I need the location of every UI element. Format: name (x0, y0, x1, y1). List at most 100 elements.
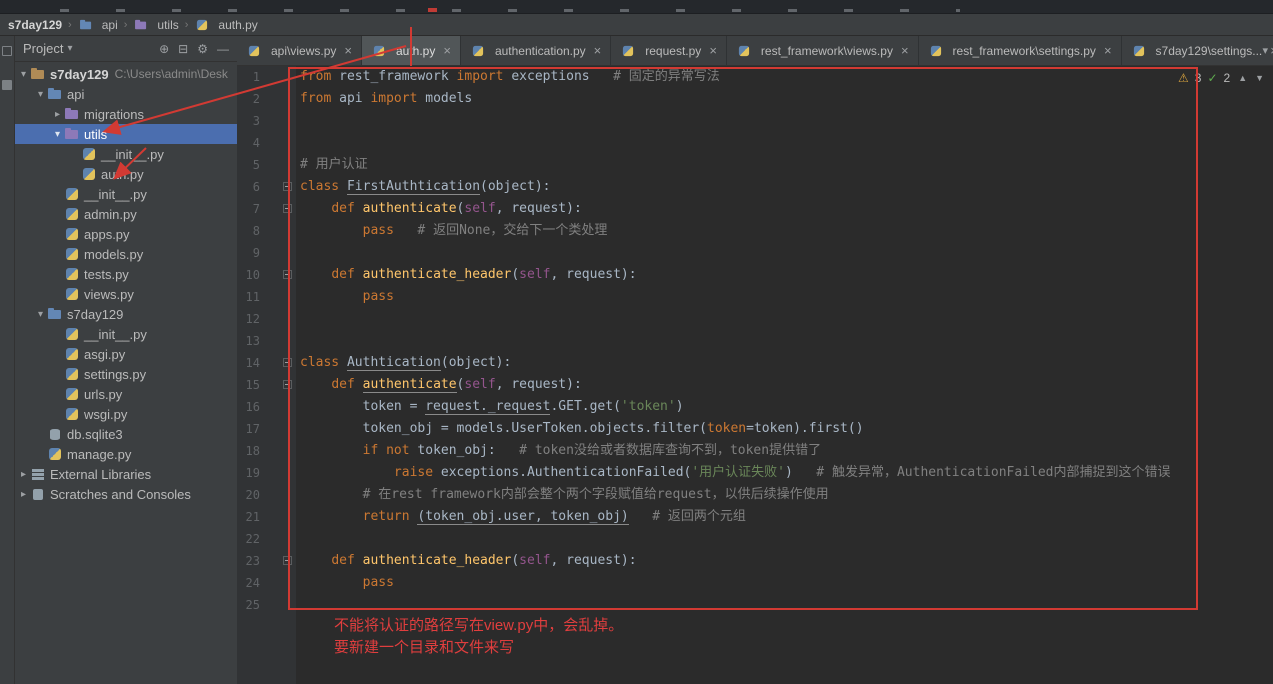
tab-auth-py[interactable]: auth.py × (361, 36, 461, 65)
locate-file-button[interactable]: ⊕ (159, 42, 169, 56)
code-token: # token没给或者数据库查询不到，token提供错了 (495, 443, 822, 458)
tree-item-init-py[interactable]: __init__.py (15, 184, 237, 204)
tree-item-admin-py[interactable]: admin.py (15, 204, 237, 224)
chevron-down-icon[interactable]: ▾ (34, 309, 47, 320)
tree-item-apps-py[interactable]: apps.py (15, 224, 237, 244)
code-line-8[interactable]: pass # 返回None，交给下一个类处理 (296, 220, 1273, 242)
tree-item-auth-py[interactable]: auth.py (15, 164, 237, 184)
fold-marker[interactable] (283, 204, 292, 213)
tab-close-icon[interactable]: × (709, 43, 717, 58)
chevron-down-icon[interactable]: ▾ (51, 129, 64, 140)
breadcrumb-item-auth-py[interactable]: auth.py (194, 14, 258, 36)
tree-item-api[interactable]: ▾ api (15, 84, 237, 104)
code-line-22[interactable] (296, 528, 1273, 550)
tab-close-icon[interactable]: × (344, 43, 352, 58)
settings-gear-icon[interactable]: ⚙ (197, 42, 208, 56)
tab-close-icon[interactable]: × (1104, 43, 1112, 58)
collapse-all-button[interactable]: ⊟ (178, 42, 188, 56)
tab-rest-framework-views-py[interactable]: rest_framework\views.py × (727, 36, 919, 65)
tree-item-urls-py[interactable]: urls.py (15, 384, 237, 404)
titlebar-marks (60, 9, 960, 12)
code-line-20[interactable]: # 在rest framework内部会整个两个字段赋值给request，以供后… (296, 484, 1273, 506)
next-issue-button[interactable]: ▼ (1255, 73, 1264, 83)
tab-rest-framework-settings-py[interactable]: rest_framework\settings.py × (919, 36, 1122, 65)
code-line-17[interactable]: token_obj = models.UserToken.objects.fil… (296, 418, 1273, 440)
hide-panel-button[interactable]: — (217, 42, 229, 56)
breadcrumb-item-api[interactable]: api (78, 14, 118, 36)
breadcrumb-item-utils[interactable]: utils (133, 14, 179, 36)
tool-stripe-project-icon[interactable] (2, 80, 12, 90)
code-line-9[interactable] (296, 242, 1273, 264)
chevron-right-icon[interactable]: ▸ (51, 109, 64, 120)
chevron-down-icon[interactable]: ▾ (34, 89, 47, 100)
code-line-7[interactable]: def authenticate(self, request): (296, 198, 1273, 220)
project-header-label[interactable]: Project (23, 41, 63, 56)
chevron-right-icon[interactable]: ▸ (17, 469, 30, 480)
tree-item-init-py[interactable]: __init__.py (15, 144, 237, 164)
tree-item-scratches-and-consoles[interactable]: ▸ Scratches and Consoles (15, 484, 237, 504)
tree-item-migrations[interactable]: ▸ migrations (15, 104, 237, 124)
code-line-15[interactable]: def authenticate(self, request): (296, 374, 1273, 396)
code-line-21[interactable]: return (token_obj.user, token_obj) # 返回两… (296, 506, 1273, 528)
fold-marker[interactable] (283, 358, 292, 367)
tree-item-label: External Libraries (50, 466, 152, 482)
code-line-16[interactable]: token = request._request.GET.get('token'… (296, 396, 1273, 418)
tree-item-asgi-py[interactable]: asgi.py (15, 344, 237, 364)
tab-s7day129-settings[interactable]: s7day129\settings...× (1122, 36, 1273, 65)
tab-request-py[interactable]: request.py × (611, 36, 727, 65)
prev-issue-button[interactable]: ▲ (1238, 73, 1247, 83)
tree-item-external-libraries[interactable]: ▸ External Libraries (15, 464, 237, 484)
code-token: if (362, 443, 379, 458)
line-number: 22 (245, 532, 260, 546)
code-line-18[interactable]: if not token_obj: # token没给或者数据库查询不到，tok… (296, 440, 1273, 462)
breadcrumb-item-s7day129[interactable]: s7day129 (8, 14, 62, 36)
hidden-tabs-chevron-icon[interactable]: ▾ (1262, 44, 1268, 57)
fold-marker[interactable] (283, 182, 292, 191)
code-line-14[interactable]: class Authtication(object): (296, 352, 1273, 374)
tree-item-init-py[interactable]: __init__.py (15, 324, 237, 344)
code-line-6[interactable]: class FirstAuthtication(object): (296, 176, 1273, 198)
code-editor[interactable]: from rest_framework import exceptions # … (296, 66, 1273, 684)
tree-item-s7day129[interactable]: ▾ s7day129 (15, 304, 237, 324)
code-line-25[interactable] (296, 594, 1273, 616)
breadcrumb-label: utils (157, 17, 179, 32)
code-line-13[interactable] (296, 330, 1273, 352)
code-line-12[interactable] (296, 308, 1273, 330)
code-line-2[interactable]: from api import models (296, 88, 1273, 110)
tree-item-settings-py[interactable]: settings.py (15, 364, 237, 384)
fold-marker[interactable] (283, 556, 292, 565)
fold-marker[interactable] (283, 380, 292, 389)
code-line-3[interactable] (296, 110, 1273, 132)
tool-window-stripe (0, 36, 15, 684)
code-line-24[interactable]: pass (296, 572, 1273, 594)
tree-item-manage-py[interactable]: manage.py (15, 444, 237, 464)
tree-item-db-sqlite3[interactable]: db.sqlite3 (15, 424, 237, 444)
code-line-19[interactable]: raise exceptions.AuthenticationFailed('用… (296, 462, 1273, 484)
chevron-down-icon[interactable]: ▾ (67, 43, 72, 54)
code-line-1[interactable]: from rest_framework import exceptions # … (296, 66, 1273, 88)
code-line-5[interactable]: # 用户认证 (296, 154, 1273, 176)
tool-stripe-button-icon[interactable] (2, 46, 12, 56)
line-number: 5 (252, 158, 260, 172)
code-line-4[interactable] (296, 132, 1273, 154)
tree-item-utils[interactable]: ▾ utils (15, 124, 237, 144)
tree-item-views-py[interactable]: views.py (15, 284, 237, 304)
tab-close-icon[interactable]: × (901, 43, 909, 58)
code-line-23[interactable]: def authenticate_header(self, request): (296, 550, 1273, 572)
code-token: from (300, 69, 332, 84)
tree-item-tests-py[interactable]: tests.py (15, 264, 237, 284)
tree-item-models-py[interactable]: models.py (15, 244, 237, 264)
tab-api-views-py[interactable]: api\views.py × (237, 36, 362, 65)
tab-close-icon[interactable]: × (594, 43, 602, 58)
tree-item-s7day129[interactable]: ▾ s7day129 C:\Users\admin\Desk (15, 64, 237, 84)
fold-marker[interactable] (283, 270, 292, 279)
chevron-down-icon[interactable]: ▾ (17, 69, 30, 80)
tree-item-wsgi-py[interactable]: wsgi.py (15, 404, 237, 424)
tab-authentication-py[interactable]: authentication.py × (461, 36, 612, 65)
code-line-10[interactable]: def authenticate_header(self, request): (296, 264, 1273, 286)
code-line-11[interactable]: pass (296, 286, 1273, 308)
tab-close-icon[interactable]: × (443, 43, 451, 58)
code-token: '用户认证失败' (691, 465, 785, 480)
chevron-right-icon[interactable]: ▸ (17, 489, 30, 500)
